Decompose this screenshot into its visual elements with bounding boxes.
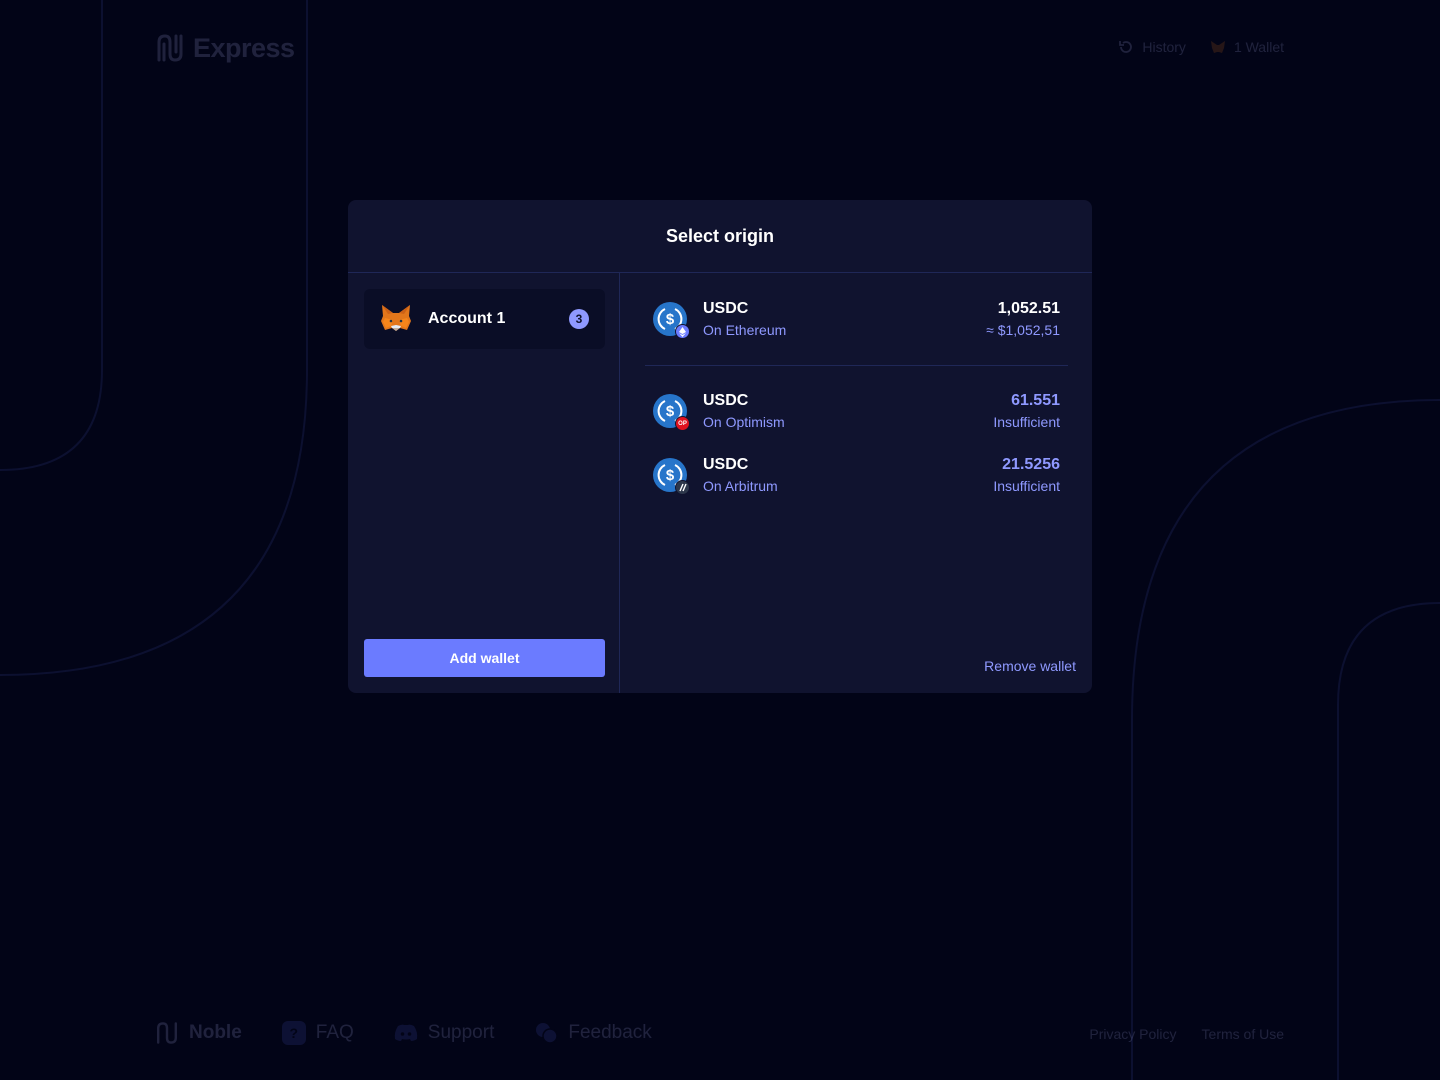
token-balance: 61.551 (1011, 392, 1060, 409)
faq-link[interactable]: ? FAQ (281, 1021, 354, 1045)
history-label: History (1142, 39, 1186, 55)
usdc-token: $ OP (653, 394, 690, 431)
optimism-chain-icon: OP (675, 416, 690, 431)
insufficient-label: Insufficient (993, 414, 1060, 430)
top-bar: Express History 1 Wallet (155, 30, 1284, 68)
account-item[interactable]: Account 1 3 (364, 289, 605, 349)
account-name: Account 1 (428, 310, 506, 327)
token-balance: 1,052.51 (997, 300, 1060, 317)
metamask-icon (1210, 41, 1225, 53)
svg-text:$: $ (666, 311, 675, 328)
wallet-button[interactable]: 1 Wallet (1210, 39, 1284, 55)
discord-icon (394, 1024, 417, 1041)
privacy-policy-link[interactable]: Privacy Policy (1089, 1026, 1176, 1042)
brand-name: Noble (189, 1022, 242, 1043)
token-row-usdc-ethereum[interactable]: $ USDC On Ethereum 1,052.51 ≈ $1,052,51 (653, 297, 1060, 341)
add-wallet-button[interactable]: Add wallet (364, 639, 605, 677)
svg-text:$: $ (666, 403, 675, 420)
wallet-list-panel: Account 1 3 Add wallet (348, 273, 620, 693)
select-origin-modal: Select origin Account 1 3 Add wallet $ U… (348, 200, 1092, 693)
token-row-usdc-optimism[interactable]: $ OP USDC On Optimism 61.551 Insufficien… (653, 389, 1060, 433)
feedback-label: Feedback (568, 1022, 652, 1043)
support-label: Support (427, 1022, 495, 1043)
svg-text:$: $ (666, 467, 675, 484)
token-chain-name: On Optimism (703, 414, 785, 430)
token-list-panel: $ USDC On Ethereum 1,052.51 ≈ $1,052,51 (621, 273, 1092, 693)
token-list-divider (645, 365, 1068, 366)
token-symbol: USDC (703, 392, 749, 409)
modal-header: Select origin (348, 200, 1092, 273)
token-symbol: USDC (703, 456, 749, 473)
account-token-count-badge: 3 (569, 309, 589, 329)
history-icon (1119, 41, 1133, 53)
modal-title: Select origin (665, 225, 775, 246)
usdc-token: $ (653, 302, 690, 339)
token-symbol: USDC (703, 300, 749, 317)
remove-wallet-link[interactable]: Remove wallet (984, 658, 1076, 674)
faq-label: FAQ (315, 1022, 354, 1043)
express-logo[interactable]: Express (155, 32, 295, 64)
history-button[interactable]: History (1118, 39, 1186, 55)
footer: Noble ? FAQ Support Feedback Privacy Pol… (155, 1020, 1284, 1054)
chat-bubbles-icon (536, 1023, 559, 1044)
token-chain-name: On Ethereum (703, 322, 787, 338)
wallet-count-label: 1 Wallet (1233, 39, 1284, 55)
logo-text: Express (193, 32, 295, 63)
support-link[interactable]: Support (394, 1022, 495, 1044)
noble-logo-icon (157, 34, 183, 62)
arbitrum-chain-icon (675, 480, 690, 495)
insufficient-label: Insufficient (993, 478, 1060, 494)
token-row-usdc-arbitrum[interactable]: $ USDC On Arbitrum 21.5256 Insufficient (653, 453, 1060, 497)
feedback-link[interactable]: Feedback (534, 1022, 652, 1044)
noble-logo-icon (157, 1022, 177, 1044)
ethereum-chain-icon (675, 324, 690, 339)
usdc-token: $ (653, 458, 690, 495)
terms-of-use-link[interactable]: Terms of Use (1202, 1026, 1284, 1042)
token-usd-value: ≈ $1,052,51 (986, 322, 1060, 338)
noble-brand-link[interactable]: Noble (155, 1020, 242, 1046)
question-icon: ? (281, 1021, 306, 1045)
token-chain-name: On Arbitrum (703, 478, 778, 494)
token-balance: 21.5256 (1002, 456, 1060, 473)
metamask-fox-icon (381, 305, 411, 331)
